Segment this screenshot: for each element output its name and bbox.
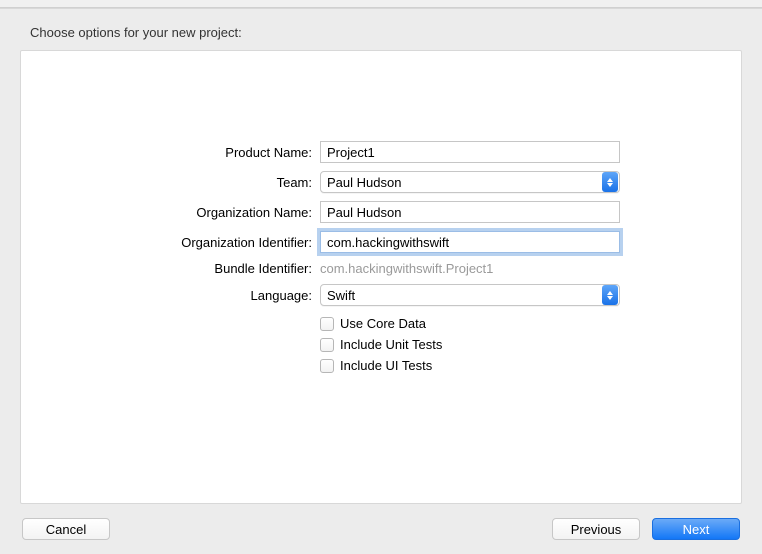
language-row: Language: Swift xyxy=(142,284,620,306)
checkbox-icon xyxy=(320,338,334,352)
checkbox-icon xyxy=(320,359,334,373)
product-name-input[interactable] xyxy=(320,141,620,163)
language-label: Language: xyxy=(142,288,312,303)
include-unit-tests-checkbox[interactable]: Include Unit Tests xyxy=(320,337,620,352)
bundle-identifier-row: Bundle Identifier: com.hackingwithswift.… xyxy=(142,261,620,276)
org-name-row: Organization Name: xyxy=(142,201,620,223)
use-core-data-label: Use Core Data xyxy=(340,316,426,331)
product-name-row: Product Name: xyxy=(142,141,620,163)
team-select[interactable]: Paul Hudson xyxy=(320,171,620,193)
include-ui-tests-label: Include UI Tests xyxy=(340,358,432,373)
checkbox-icon xyxy=(320,317,334,331)
team-row: Team: Paul Hudson xyxy=(142,171,620,193)
dropdown-stepper-icon xyxy=(602,172,618,192)
options-form: Product Name: Team: Paul Hudson Organiza… xyxy=(142,141,620,483)
bundle-identifier-label: Bundle Identifier: xyxy=(142,261,312,276)
sheet-button-row: Cancel Previous Next xyxy=(20,518,742,540)
team-select-value: Paul Hudson xyxy=(327,175,602,190)
cancel-button[interactable]: Cancel xyxy=(22,518,110,540)
next-button[interactable]: Next xyxy=(652,518,740,540)
language-select[interactable]: Swift xyxy=(320,284,620,306)
bundle-identifier-value: com.hackingwithswift.Project1 xyxy=(320,261,620,276)
org-identifier-row: Organization Identifier: xyxy=(142,231,620,253)
org-name-input[interactable] xyxy=(320,201,620,223)
options-panel: Product Name: Team: Paul Hudson Organiza… xyxy=(20,50,742,504)
new-project-options-sheet: Choose options for your new project: Pro… xyxy=(0,8,762,554)
org-name-label: Organization Name: xyxy=(142,205,312,220)
team-label: Team: xyxy=(142,175,312,190)
checkboxes-row: Use Core Data Include Unit Tests Include… xyxy=(142,314,620,375)
product-name-label: Product Name: xyxy=(142,145,312,160)
include-ui-tests-checkbox[interactable]: Include UI Tests xyxy=(320,358,620,373)
previous-button[interactable]: Previous xyxy=(552,518,640,540)
window-toolbar-fragment xyxy=(0,0,762,8)
use-core-data-checkbox[interactable]: Use Core Data xyxy=(320,316,620,331)
org-identifier-label: Organization Identifier: xyxy=(142,235,312,250)
sheet-title: Choose options for your new project: xyxy=(20,25,742,40)
checkbox-stack: Use Core Data Include Unit Tests Include… xyxy=(320,316,620,375)
org-identifier-input[interactable] xyxy=(320,231,620,253)
dropdown-stepper-icon xyxy=(602,285,618,305)
language-select-value: Swift xyxy=(327,288,602,303)
nav-button-group: Previous Next xyxy=(552,518,740,540)
include-unit-tests-label: Include Unit Tests xyxy=(340,337,442,352)
